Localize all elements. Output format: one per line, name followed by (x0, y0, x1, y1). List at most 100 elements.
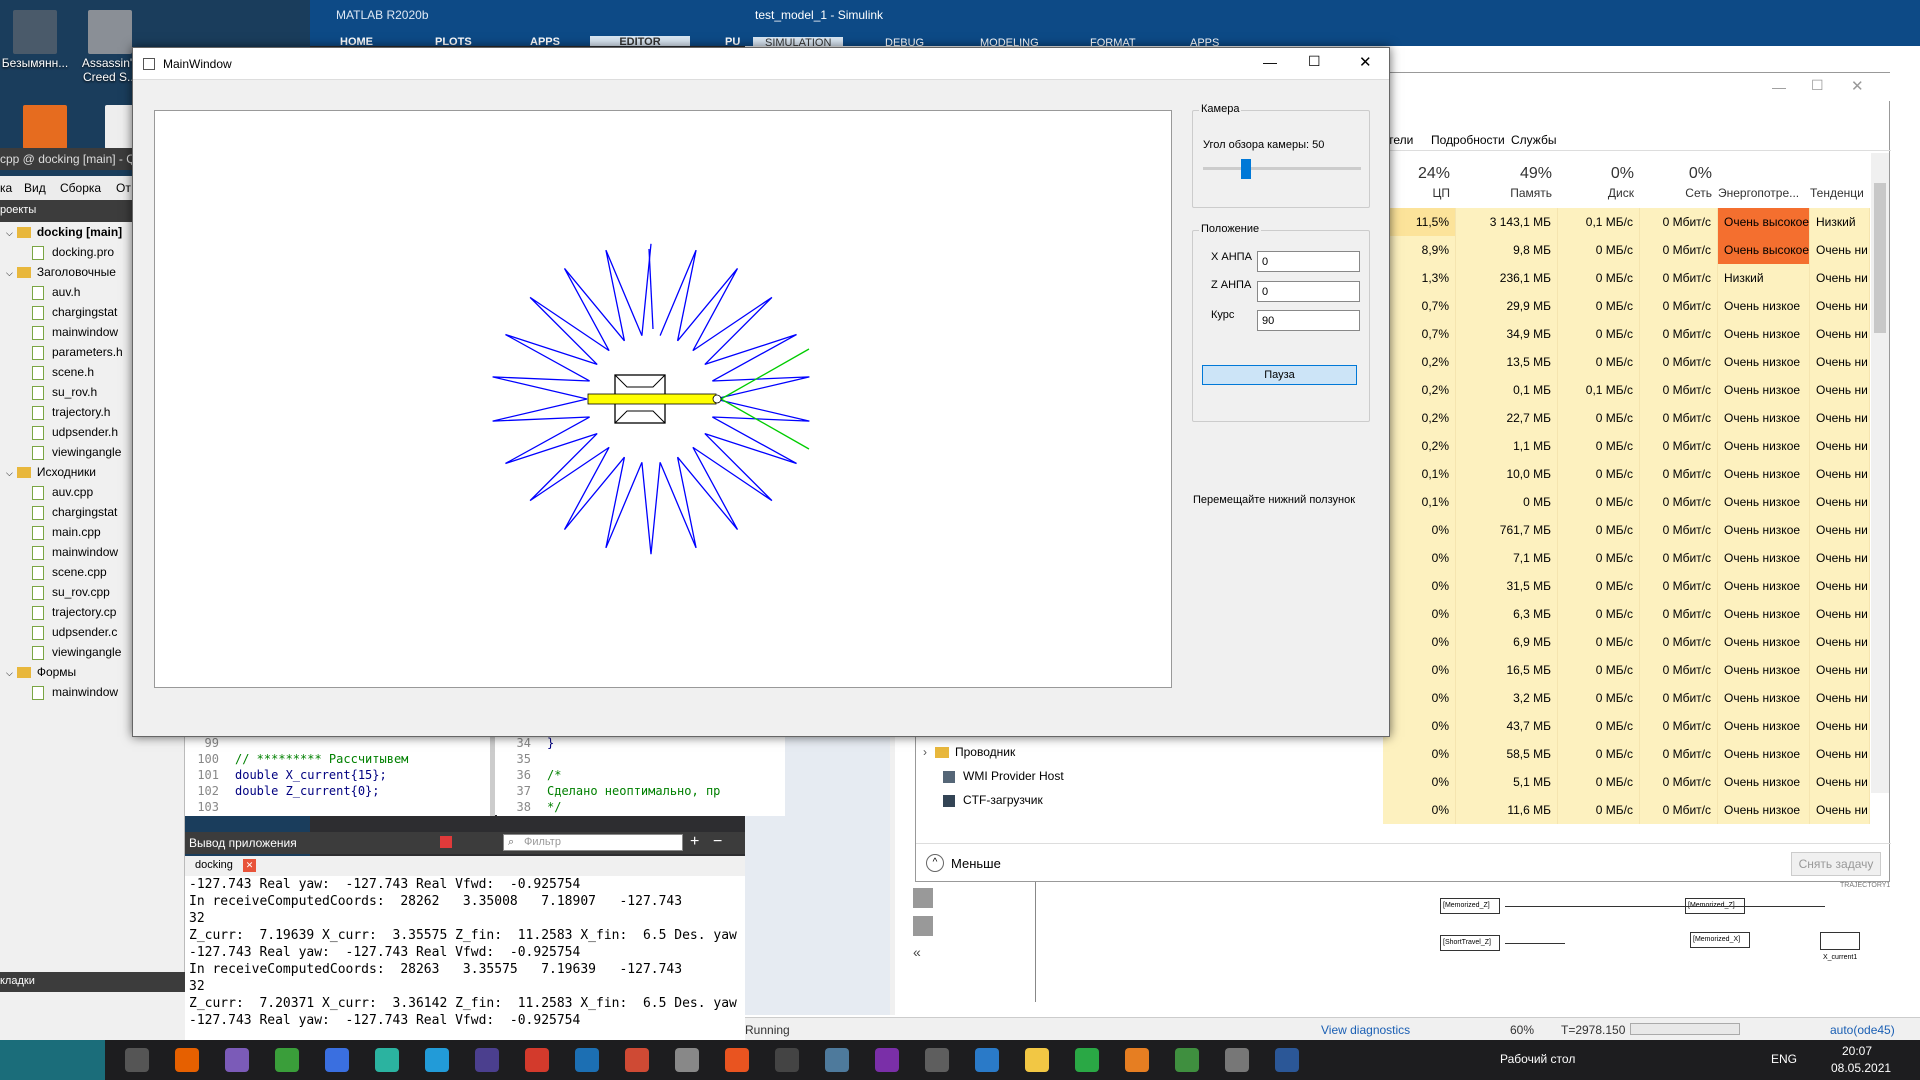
tree-item[interactable]: chargingstat (32, 302, 117, 322)
menu-item[interactable]: Сборка (60, 181, 101, 195)
matlab-tab-editor[interactable]: EDITOR (590, 36, 690, 46)
desktop-icon-app[interactable] (10, 105, 80, 151)
z-input[interactable] (1257, 281, 1360, 302)
close-icon[interactable]: ✕ (1359, 53, 1372, 71)
scroll-thumb[interactable] (1874, 183, 1886, 333)
taskbar-app-icon[interactable] (275, 1048, 299, 1072)
simulink-tab-format[interactable]: FORMAT (1090, 37, 1136, 46)
taskbar-app-icon[interactable] (1225, 1048, 1249, 1072)
minus-icon[interactable]: − (713, 833, 722, 851)
code-line[interactable]: 100 // ********* Рассчитывем (185, 752, 408, 768)
close-tab-icon[interactable]: ✕ (243, 859, 256, 872)
chevron-up-icon[interactable]: ^ (926, 854, 944, 872)
tree-item[interactable]: main.cpp (32, 522, 101, 542)
desktop-icon-unnamed[interactable]: Безымянн... (0, 10, 70, 70)
output-tab-docking[interactable]: docking (195, 859, 233, 871)
taskbar-app-icon[interactable] (525, 1048, 549, 1072)
simulink-canvas[interactable]: « [Memorized_Z] [ShortTravel_Z] [Memoriz… (905, 882, 1915, 1002)
taskbar-app-icon[interactable] (475, 1048, 499, 1072)
plus-icon[interactable]: + (690, 833, 699, 851)
tree-item[interactable]: auv.cpp (32, 482, 93, 502)
end-task-button[interactable]: Снять задачу (1791, 852, 1881, 876)
tree-item[interactable]: docking.pro (32, 242, 114, 262)
taskbar-app-icon[interactable] (675, 1048, 699, 1072)
matlab-tab-plots[interactable]: PLOTS (435, 36, 472, 46)
taskbar-app-icon[interactable] (825, 1048, 849, 1072)
solver-link[interactable]: auto(ode45) (1830, 1023, 1895, 1037)
filter-input[interactable]: ⌕ Фильтр (503, 834, 683, 851)
code-line[interactable]: 102 double Z_current{0}; (185, 784, 379, 800)
tree-item[interactable]: auv.h (32, 282, 80, 302)
maximize-icon[interactable]: ☐ (1308, 53, 1321, 70)
taskbar-app-icon[interactable] (875, 1048, 899, 1072)
tree-item[interactable]: parameters.h (32, 342, 123, 362)
simulink-tab-apps[interactable]: APPS (1190, 37, 1219, 46)
tree-item[interactable]: viewingangle (32, 642, 121, 662)
maximize-icon[interactable]: ☐ (1811, 77, 1824, 94)
display-block[interactable] (1820, 932, 1860, 950)
taskbar-app-icon[interactable] (975, 1048, 999, 1072)
stop-icon[interactable] (440, 836, 452, 848)
taskbar-app-icon[interactable] (375, 1048, 399, 1072)
angle-slider-thumb[interactable] (1240, 159, 1251, 179)
menu-item[interactable]: От (116, 181, 131, 195)
code-editor[interactable]: 99 100 // ********* Рассчитывем 101 double X… (185, 735, 785, 816)
taskbar-app-icon[interactable] (425, 1048, 449, 1072)
code-line[interactable]: 36 /* (497, 768, 562, 784)
tm-scrollbar[interactable] (1871, 153, 1889, 793)
taskbar-app-icon[interactable] (1125, 1048, 1149, 1072)
code-line[interactable]: 34} (497, 736, 555, 752)
tm-col-header[interactable]: Тенденция э (1810, 186, 1864, 200)
taskbar-app-icon[interactable] (1025, 1048, 1049, 1072)
matlab-tab-apps[interactable]: APPS (530, 36, 560, 46)
chevron-down-icon[interactable]: ⌵ (6, 668, 13, 678)
goto-block[interactable]: [Memorized_Z] (1440, 898, 1500, 914)
taskbar-app-icon[interactable] (725, 1048, 749, 1072)
menu-item[interactable]: Вид (24, 181, 46, 195)
tree-item[interactable]: scene.h (32, 362, 94, 382)
code-line[interactable]: 99 (185, 736, 235, 752)
taskbar-app-icon[interactable] (575, 1048, 599, 1072)
goto-block[interactable]: [ShortTravel_Z] (1440, 935, 1500, 951)
camera-icon[interactable] (913, 888, 933, 908)
scene-canvas[interactable] (154, 110, 1172, 688)
minimize-icon[interactable]: — (1772, 79, 1786, 95)
matlab-tab-publish[interactable]: PU (725, 36, 740, 46)
tree-item[interactable]: mainwindow (32, 322, 118, 342)
pause-button[interactable]: Пауза (1202, 365, 1357, 385)
menu-item[interactable]: ка (0, 181, 12, 195)
tree-item[interactable]: chargingstat (32, 502, 117, 522)
taskbar-app-icon[interactable] (1275, 1048, 1299, 1072)
simulink-tab-debug[interactable]: DEBUG (885, 37, 924, 46)
tree-item[interactable]: ⌵ Исходники (6, 462, 96, 482)
editor-pane-right[interactable]: 34} 35 36/* 37 Сделано неоптимально, пр 38 */ (497, 736, 785, 816)
simulink-tab-simulation[interactable]: SIMULATION (753, 37, 844, 46)
code-line[interactable]: 35 (497, 752, 547, 768)
collapse-icon[interactable]: « (913, 944, 921, 960)
tree-item[interactable]: mainwindow (32, 682, 118, 702)
tree-item[interactable]: scene.cpp (32, 562, 107, 582)
tree-item[interactable]: trajectory.h (32, 402, 110, 422)
close-icon[interactable]: ✕ (1851, 77, 1864, 95)
splitter[interactable] (490, 736, 495, 816)
taskbar-app-icon[interactable] (175, 1048, 199, 1072)
process-row[interactable]: CTF-загрузчик (943, 788, 1043, 812)
tree-item[interactable]: viewingangle (32, 442, 121, 462)
view-diagnostics-link[interactable]: View diagnostics (1321, 1023, 1410, 1037)
editor-pane-left[interactable]: 99 100 // ********* Рассчитывем 101 double X… (185, 736, 490, 816)
tm-tab-users[interactable]: тели (1388, 133, 1413, 147)
process-row[interactable]: WMI Provider Host (943, 764, 1064, 788)
tm-tab-details[interactable]: Подробности (1431, 133, 1505, 147)
clock-time[interactable]: 20:07 (1842, 1044, 1872, 1058)
chevron-down-icon[interactable]: ⌵ (6, 268, 13, 278)
code-line[interactable]: 103 (185, 800, 235, 816)
code-line[interactable]: 101 double X_current{15}; (185, 768, 386, 784)
taskbar-app-icon[interactable] (775, 1048, 799, 1072)
tree-item[interactable]: ⌵ Заголовочные (6, 262, 116, 282)
code-line[interactable]: 37 Сделано неоптимально, пр (497, 784, 721, 800)
output-log[interactable]: -127.743 Real yaw: -127.743 Real Vfwd: -… (185, 876, 745, 1040)
matlab-tab-home[interactable]: HOME (340, 36, 373, 46)
tm-col-header[interactable]: Энергопотре... (1718, 186, 1804, 200)
minimize-icon[interactable]: — (1263, 54, 1277, 70)
taskbar-app-icon[interactable] (325, 1048, 349, 1072)
